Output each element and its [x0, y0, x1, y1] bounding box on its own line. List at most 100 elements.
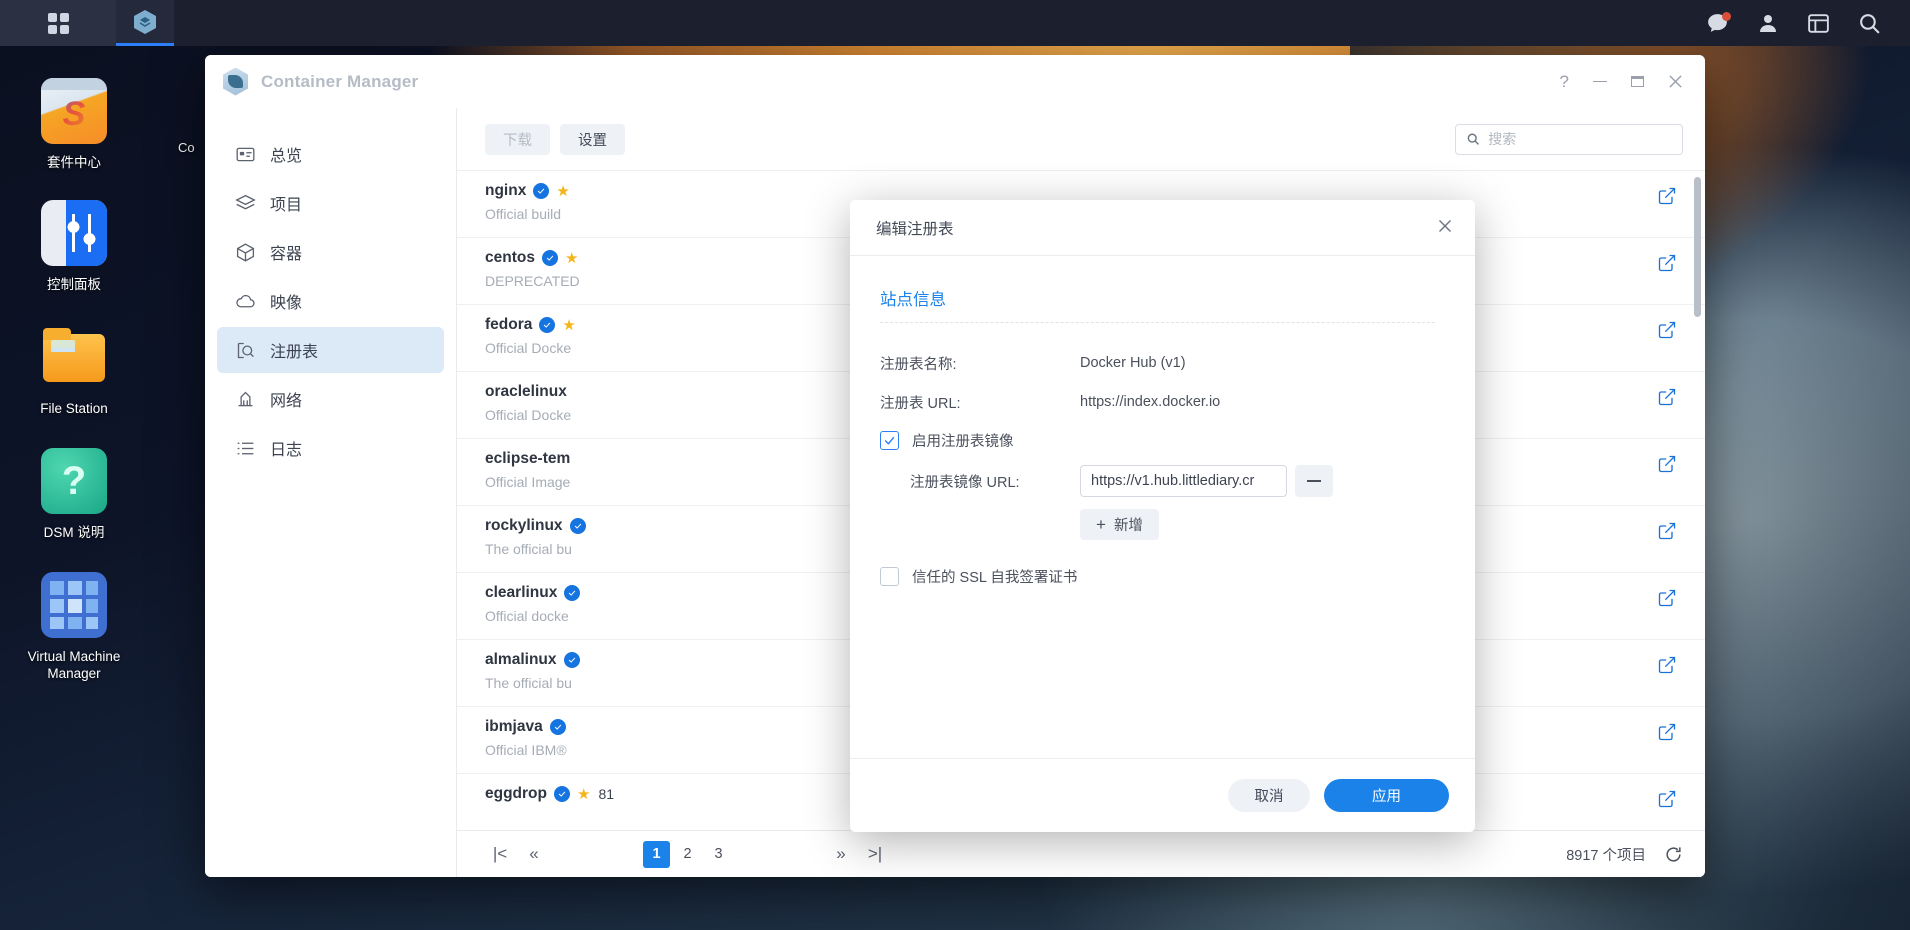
star-count: 81 [598, 786, 615, 802]
image-cloud-icon [235, 291, 256, 312]
external-link-icon[interactable] [1657, 186, 1679, 211]
page-button-2[interactable]: 2 [674, 841, 701, 868]
mirror-url-input[interactable] [1080, 465, 1287, 497]
sidebar-item-network[interactable]: 网络 [217, 376, 444, 422]
mirror-url-label: 注册表镜像 URL: [910, 474, 1020, 491]
refresh-icon [1666, 846, 1681, 862]
user-icon[interactable] [1756, 11, 1780, 35]
sidebar: 总览 项目 容器 映像 注册表 网络 日志 [205, 108, 457, 877]
plus-icon: + [1096, 515, 1106, 534]
desktop-icon-vmm[interactable]: Virtual Machine Manager [8, 572, 140, 682]
notification-badge [1722, 12, 1731, 21]
next-page-button[interactable]: » [826, 839, 856, 869]
prev-page-button[interactable]: « [519, 839, 549, 869]
close-button[interactable] [1668, 74, 1683, 89]
desktop-icon-file-station[interactable]: File Station [8, 324, 140, 417]
taskbar [0, 0, 1910, 46]
star-icon: ★ [562, 316, 576, 334]
close-icon [1669, 75, 1682, 88]
add-mirror-button[interactable]: + 新增 [1080, 509, 1159, 540]
enable-mirror-checkbox-row[interactable]: 启用注册表镜像 [880, 430, 1435, 451]
sidebar-item-label: 注册表 [270, 344, 319, 361]
edit-registry-dialog: 编辑注册表 站点信息 注册表名称: Docker Hub (v1) 注册表 UR… [850, 200, 1475, 832]
star-icon: ★ [577, 785, 591, 803]
desktop-icon-control-panel[interactable]: 控制面板 [8, 200, 140, 293]
verified-badge-icon [549, 719, 566, 735]
external-link-icon[interactable] [1657, 722, 1679, 747]
cancel-button[interactable]: 取消 [1228, 779, 1310, 812]
external-link-icon[interactable] [1657, 588, 1679, 613]
window-title: Container Manager [261, 71, 419, 91]
sidebar-item-image[interactable]: 映像 [217, 278, 444, 324]
trust-ssl-checkbox[interactable] [880, 567, 899, 586]
grid-icon [47, 12, 69, 34]
star-icon: ★ [564, 249, 579, 267]
search-icon[interactable] [1857, 11, 1882, 36]
mirror-url-row: 注册表镜像 URL: [910, 465, 1435, 497]
registry-search-icon [235, 340, 256, 361]
external-link-icon[interactable] [1657, 521, 1679, 546]
verified-badge-icon [541, 250, 558, 266]
settings-button[interactable]: 设置 [560, 123, 625, 155]
desktop-icon-label: DSM 说明 [43, 525, 105, 540]
external-link-icon[interactable] [1657, 789, 1679, 814]
verified-badge-icon [533, 183, 550, 199]
external-link-icon[interactable] [1657, 454, 1679, 479]
desktop-icon-label: File Station [40, 401, 108, 416]
desktop-icon-package-center[interactable]: 套件中心 [8, 78, 140, 171]
minimize-button[interactable] [1593, 80, 1607, 83]
project-layers-icon [235, 193, 256, 214]
trust-ssl-checkbox-row[interactable]: 信任的 SSL 自我签署证书 [880, 566, 1435, 587]
external-link-icon[interactable] [1657, 253, 1679, 278]
enable-mirror-checkbox[interactable] [880, 431, 899, 450]
image-name: nginx [485, 182, 527, 199]
page-button-1[interactable]: 1 [643, 840, 670, 868]
dialog-close-button[interactable] [1431, 213, 1459, 242]
external-link-icon[interactable] [1657, 655, 1679, 680]
close-icon [1439, 220, 1451, 232]
remove-mirror-button[interactable] [1295, 465, 1333, 497]
image-name: almalinux [485, 651, 557, 668]
verified-badge-icon [563, 652, 580, 668]
dialog-footer: 取消 应用 [850, 758, 1475, 832]
dialog-header: 编辑注册表 [850, 200, 1475, 256]
network-icon [235, 389, 256, 410]
maximize-button[interactable] [1631, 76, 1644, 87]
pagination-bar: |< « 1 2 3 » >| 8917 个项目 [457, 830, 1705, 877]
dsm-help-icon [41, 448, 107, 514]
search-box[interactable] [1455, 123, 1683, 155]
taskbar-container-manager-button[interactable] [116, 0, 174, 46]
sidebar-item-label: 总览 [270, 148, 303, 165]
overview-icon [235, 144, 256, 165]
sidebar-item-registry[interactable]: 注册表 [217, 327, 444, 373]
search-input[interactable] [1488, 131, 1672, 147]
image-name: rockylinux [485, 517, 563, 534]
package-center-icon [41, 78, 107, 144]
dialog-title: 编辑注册表 [876, 220, 954, 238]
taskbar-apps-button[interactable] [0, 0, 116, 46]
external-link-icon[interactable] [1657, 320, 1679, 345]
enable-mirror-label: 启用注册表镜像 [912, 434, 1014, 450]
sidebar-item-container[interactable]: 容器 [217, 229, 444, 275]
desktop: 套件中心 控制面板 File Station DSM 说明 Virtual Ma… [0, 0, 1910, 930]
desktop-icon-dsm-help[interactable]: DSM 说明 [8, 448, 140, 541]
help-button[interactable]: ? [1560, 73, 1569, 90]
external-link-icon[interactable] [1657, 387, 1679, 412]
sidebar-item-project[interactable]: 项目 [217, 180, 444, 226]
page-button-3[interactable]: 3 [705, 841, 732, 868]
first-page-button[interactable]: |< [485, 839, 515, 869]
last-page-button[interactable]: >| [860, 839, 890, 869]
section-title-site-info: 站点信息 [880, 291, 946, 309]
sidebar-item-overview[interactable]: 总览 [217, 131, 444, 177]
download-button[interactable]: 下载 [485, 123, 550, 155]
apply-button[interactable]: 应用 [1324, 779, 1449, 812]
sidebar-item-label: 网络 [270, 393, 303, 410]
sidebar-item-label: 容器 [270, 246, 303, 263]
sidebar-item-log[interactable]: 日志 [217, 425, 444, 471]
window-titlebar[interactable]: Container Manager ? [205, 55, 1705, 108]
chat-icon[interactable] [1705, 11, 1731, 36]
refresh-button[interactable] [1664, 845, 1683, 864]
list-scrollbar[interactable] [1694, 177, 1701, 317]
add-mirror-label: 新增 [1113, 518, 1143, 534]
widget-icon[interactable] [1806, 11, 1831, 36]
